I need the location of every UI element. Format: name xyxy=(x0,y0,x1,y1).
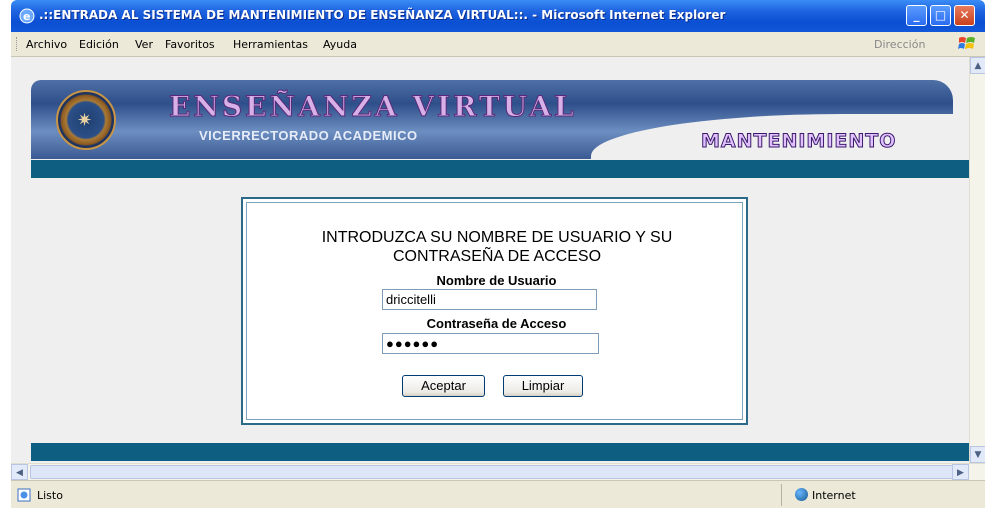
svg-text:e: e xyxy=(23,10,30,23)
status-text: Listo xyxy=(37,489,63,502)
header-band xyxy=(31,160,969,178)
scroll-down-arrow-icon[interactable]: ▼ xyxy=(970,446,985,463)
horizontal-scroll-thumb[interactable] xyxy=(30,465,955,479)
window-title: .::ENTRADA AL SISTEMA DE MANTENIMIENTO D… xyxy=(39,8,726,22)
password-label: Contraseña de Acceso xyxy=(426,316,567,331)
window-titlebar: e .::ENTRADA AL SISTEMA DE MANTENIMIENTO… xyxy=(11,0,985,32)
scroll-up-arrow-icon[interactable]: ▲ xyxy=(970,57,985,74)
windows-logo-icon xyxy=(958,37,975,49)
username-label: Nombre de Usuario xyxy=(436,273,557,288)
menu-ayuda[interactable]: Ayuda xyxy=(323,38,357,51)
footer-band xyxy=(31,443,969,461)
status-separator xyxy=(781,484,782,506)
menu-bar: Archivo Edición Ver Favoritos Herramient… xyxy=(11,32,985,57)
menu-herramientas[interactable]: Herramientas xyxy=(233,38,308,51)
menu-edicion[interactable]: Edición xyxy=(79,38,119,51)
menu-favoritos[interactable]: Favoritos xyxy=(165,38,215,51)
login-panel-inner: INTRODUZCA SU NOMBRE DE USUARIO Y SU CON… xyxy=(246,202,743,420)
toolbar-grip[interactable] xyxy=(16,37,19,51)
close-button[interactable]: ✕ xyxy=(954,5,975,26)
seal-star-icon: ✷ xyxy=(77,110,93,131)
clear-button[interactable]: Limpiar xyxy=(503,375,583,397)
banner-badge: MANTENIMIENTO xyxy=(700,130,897,153)
accept-button[interactable]: Aceptar xyxy=(402,375,485,397)
horizontal-scrollbar[interactable]: ◀ ▶ xyxy=(11,463,985,480)
vertical-scrollbar[interactable]: ▲ ▼ xyxy=(969,57,985,463)
page-icon xyxy=(17,488,31,502)
menu-archivo[interactable]: Archivo xyxy=(26,38,67,51)
scroll-left-arrow-icon[interactable]: ◀ xyxy=(11,464,28,480)
maximize-button[interactable]: □ xyxy=(930,5,951,26)
login-panel: INTRODUZCA SU NOMBRE DE USUARIO Y SU CON… xyxy=(241,197,748,425)
minimize-button[interactable]: _ xyxy=(906,5,927,26)
status-bar: Listo Internet xyxy=(11,480,985,508)
banner-title: ENSEÑANZA VIRTUAL xyxy=(169,90,577,124)
username-field[interactable]: driccitelli xyxy=(382,289,597,310)
banner-subtitle: VICERRECTORADO ACADEMICO xyxy=(199,128,418,143)
scroll-right-arrow-icon[interactable]: ▶ xyxy=(952,464,969,480)
internet-zone-icon xyxy=(795,488,808,501)
internet-explorer-icon: e xyxy=(19,8,35,24)
password-field[interactable]: ●●●●●● xyxy=(382,333,599,354)
security-zone-label: Internet xyxy=(812,489,856,502)
header-banner: ✷ ENSEÑANZA VIRTUAL VICERRECTORADO ACADE… xyxy=(31,80,953,159)
page-viewport: ✷ ENSEÑANZA VIRTUAL VICERRECTORADO ACADE… xyxy=(11,57,969,463)
address-label[interactable]: Dirección xyxy=(874,38,925,51)
login-prompt: INTRODUZCA SU NOMBRE DE USUARIO Y SU CON… xyxy=(321,229,673,265)
menu-ver[interactable]: Ver xyxy=(135,38,153,51)
